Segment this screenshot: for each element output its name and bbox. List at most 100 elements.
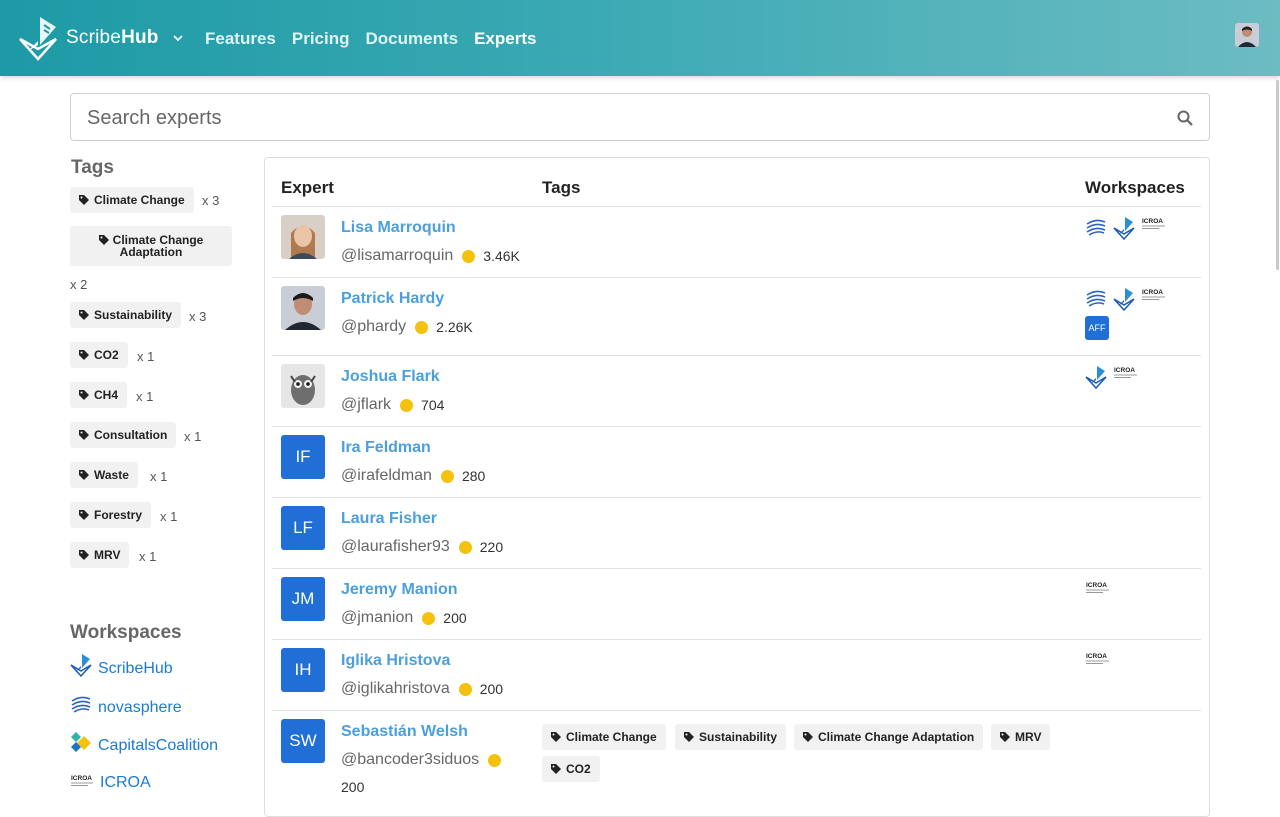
tag-count: x 1 [136,389,154,404]
svg-text:ICROA: ICROA [1142,289,1163,296]
user-avatar[interactable] [1235,23,1259,47]
divider [272,568,1201,569]
expert-name-link[interactable]: Jeremy Manion [341,581,457,599]
nav-documents[interactable]: Documents [366,29,459,49]
svg-text:ICROA: ICROA [1086,582,1107,589]
handle-text: @irafeldman [341,467,432,484]
handle-text: @iglikahristova [341,680,450,697]
scribehub-logo-icon[interactable] [1085,365,1107,389]
nav-experts[interactable]: Experts [474,29,536,49]
chevron-down-icon[interactable] [172,34,183,42]
column-header-workspaces[interactable]: Workspaces [1085,178,1185,198]
icroa-logo-icon[interactable]: ICROA [1141,287,1167,303]
score-value: 3.46K [483,248,520,264]
expert-photo-icon [281,286,325,330]
expert-name-link[interactable]: Iglika Hristova [341,652,450,670]
tag-count: x 1 [137,349,155,364]
brand-name: ScribeHub [66,27,159,48]
sidebar-tag-climate-change-adaptation[interactable]: Climate Change Adaptation [70,226,232,266]
expert-handle: @laurafisher93 220 [341,538,503,556]
row-workspaces: ICROA [1085,287,1167,311]
expert-name-link[interactable]: Ira Feldman [341,439,431,457]
sidebar-tag-waste[interactable]: Waste [70,462,138,488]
row-tag-mrv[interactable]: MRV [991,724,1051,750]
sidebar-workspace-capitalscoalition[interactable]: CapitalsCoalition [70,729,218,755]
score-value: 200 [479,681,504,697]
sidebar-tag-co2[interactable]: CO2 [70,342,128,368]
tag-icon [803,732,813,742]
sidebar-workspace-icroa[interactable]: ICROA ICROA [70,770,151,792]
avatar[interactable] [281,286,325,330]
sidebar-tag-sustainability[interactable]: Sustainability [70,302,182,328]
novasphere-logo-icon[interactable] [1085,287,1107,309]
scribehub-logo-icon [70,654,92,677]
row-workspaces: ICROA [1085,580,1111,596]
icroa-logo-icon[interactable]: ICROA [1085,580,1111,596]
column-header-expert[interactable]: Expert [281,178,334,198]
row-tag-climate-change-adaptation[interactable]: Climate Change Adaptation [794,724,984,750]
avatar[interactable]: IH [281,648,325,692]
expert-photo-icon [281,364,325,408]
expert-name-link[interactable]: Lisa Marroquin [341,219,456,237]
expert-photo-icon [281,215,325,259]
expert-handle: @jmanion 200 [341,609,467,627]
scribehub-logo-icon[interactable] [1113,287,1135,311]
tag-icon [79,470,89,480]
scrollbar[interactable] [1276,80,1279,270]
divider [272,206,1201,207]
expert-name-link[interactable]: Sebastián Welsh [341,723,468,741]
icroa-logo-icon[interactable]: ICROA [1141,216,1167,232]
avatar[interactable] [281,215,325,259]
icroa-logo-icon[interactable]: ICROA [1113,365,1139,381]
score-value: 200 [443,610,467,626]
row-tag-co2[interactable]: CO2 [542,756,600,782]
expert-name-link[interactable]: Joshua Flark [341,368,440,386]
expert-name-link[interactable]: Patrick Hardy [341,290,444,308]
score-value: 704 [421,397,445,413]
scribehub-logo-icon [19,17,57,61]
row-tag-sustainability[interactable]: Sustainability [675,724,787,750]
brand-logo[interactable]: ScribeHub [18,15,183,61]
search-input[interactable] [87,104,1137,132]
nav-pricing[interactable]: Pricing [292,29,350,49]
icroa-logo-icon[interactable]: ICROA [1085,651,1111,667]
tag-icon [79,195,89,205]
nav-features[interactable]: Features [205,29,276,49]
expert-handle: @iglikahristova 200 [341,680,503,698]
tag-count: x 1 [150,469,168,484]
search-icon[interactable] [1177,110,1193,126]
sidebar-workspace-scribehub[interactable]: ScribeHub [70,652,173,678]
sidebar-tag-mrv[interactable]: MRV [70,542,130,568]
coin-icon [458,682,472,696]
divider [272,497,1201,498]
scribehub-logo-icon[interactable] [1113,216,1135,240]
handle-text: @lisamarroquin [341,247,454,264]
avatar[interactable]: LF [281,506,325,550]
divider [272,277,1201,278]
tag-icon [79,430,89,440]
aff-workspace-badge[interactable]: AFF [1085,316,1109,340]
tag-icon [79,390,89,400]
expert-handle: @irafeldman 280 [341,467,485,485]
expert-name-link[interactable]: Laura Fisher [341,510,437,528]
expert-handle: @jflark 704 [341,396,444,414]
row-workspaces: ICROA [1085,365,1139,389]
avatar[interactable]: JM [281,577,325,621]
score-value: 280 [461,468,486,484]
sidebar-tag-climate-change[interactable]: Climate Change [70,187,194,213]
avatar[interactable]: SW [281,719,325,763]
novasphere-logo-icon[interactable] [1085,216,1107,238]
sidebar-tag-consultation[interactable]: Consultation [70,422,177,448]
sidebar-workspace-novasphere[interactable]: novasphere [70,691,182,717]
tag-icon [79,310,89,320]
avatar[interactable] [281,364,325,408]
score-value: 220 [479,539,504,555]
sidebar-tag-ch4[interactable]: CH4 [70,382,128,408]
handle-text: @bancoder3siduos [341,751,480,768]
user-photo-icon [1235,23,1259,47]
sidebar-tag-forestry[interactable]: Forestry [70,502,152,528]
avatar[interactable]: IF [281,435,325,479]
row-tag-climate-change[interactable]: Climate Change [542,724,666,750]
column-header-tags[interactable]: Tags [542,178,580,198]
svg-text:ICROA: ICROA [71,775,92,782]
